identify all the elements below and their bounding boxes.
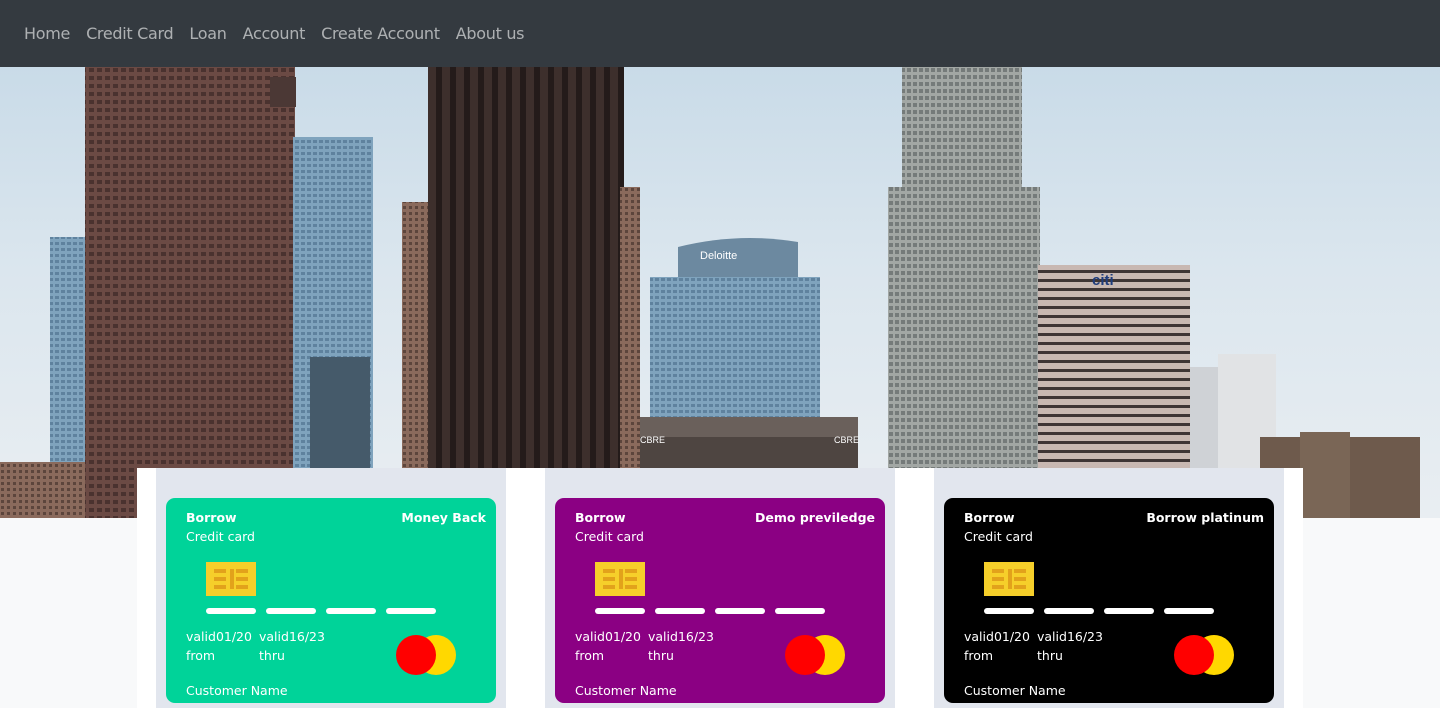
- valid-from-date: valid01/20: [575, 629, 641, 644]
- card-holder-name: Customer Name: [186, 683, 288, 698]
- valid-from-date: valid01/20: [186, 629, 252, 644]
- card-type: Credit card: [964, 529, 1033, 544]
- hero-skyline-image: Deloitte CBRE CBRE citi: [0, 67, 1440, 518]
- card-brand: Borrow: [575, 510, 626, 525]
- cbre-sign-left: CBRE: [640, 435, 665, 445]
- valid-from: valid01/20 from: [186, 627, 252, 665]
- nav-about-us-link[interactable]: About us: [448, 24, 532, 43]
- cbre-sign: CBRE: [834, 435, 859, 445]
- card-number-placeholder: [595, 608, 825, 614]
- card-slot-1: Borrow Credit card Money Back valid01/20…: [156, 468, 506, 708]
- valid-from-label: from: [186, 648, 216, 663]
- valid-thru: valid16/23 thru: [1037, 627, 1103, 665]
- valid-thru-label: thru: [259, 648, 285, 663]
- mastercard-logo-icon: [1174, 635, 1236, 675]
- citi-sign: citi: [1092, 272, 1114, 289]
- credit-card-money-back[interactable]: Borrow Credit card Money Back valid01/20…: [166, 498, 496, 703]
- credit-card-borrow-platinum[interactable]: Borrow Credit card Borrow platinum valid…: [944, 498, 1274, 703]
- mastercard-logo-icon: [785, 635, 847, 675]
- card-type: Credit card: [186, 529, 255, 544]
- card-brand: Borrow: [964, 510, 1015, 525]
- valid-thru: valid16/23 thru: [648, 627, 714, 665]
- nav-credit-card-link[interactable]: Credit Card: [78, 24, 181, 43]
- valid-from-label: from: [575, 648, 605, 663]
- nav-account-link[interactable]: Account: [235, 24, 314, 43]
- valid-thru-label: thru: [648, 648, 674, 663]
- deloitte-sign: Deloitte: [700, 250, 737, 262]
- valid-from: valid01/20 from: [575, 627, 641, 665]
- nav-loan-link[interactable]: Loan: [181, 24, 234, 43]
- mastercard-logo-icon: [396, 635, 458, 675]
- card-number-placeholder: [984, 608, 1214, 614]
- valid-thru-date: valid16/23: [1037, 629, 1103, 644]
- card-product-name: Borrow platinum: [1146, 510, 1264, 525]
- chip-icon: [595, 562, 645, 596]
- valid-thru-date: valid16/23: [259, 629, 325, 644]
- top-navbar: Home Credit Card Loan Account Create Acc…: [0, 0, 1440, 67]
- valid-thru: valid16/23 thru: [259, 627, 325, 665]
- nav-home-link[interactable]: Home: [16, 24, 78, 43]
- nav-create-account-link[interactable]: Create Account: [313, 24, 448, 43]
- skyline-illustration: Deloitte CBRE CBRE citi: [0, 67, 1420, 518]
- card-slot-2: Borrow Credit card Demo previledge valid…: [545, 468, 895, 708]
- card-slot-3: Borrow Credit card Borrow platinum valid…: [934, 468, 1284, 708]
- chip-icon: [206, 562, 256, 596]
- card-holder-name: Customer Name: [964, 683, 1066, 698]
- credit-card-demo-previledge[interactable]: Borrow Credit card Demo previledge valid…: [555, 498, 885, 703]
- card-brand: Borrow: [186, 510, 237, 525]
- card-type: Credit card: [575, 529, 644, 544]
- valid-thru-label: thru: [1037, 648, 1063, 663]
- chip-icon: [984, 562, 1034, 596]
- card-product-name: Money Back: [401, 510, 486, 525]
- valid-from: valid01/20 from: [964, 627, 1030, 665]
- card-holder-name: Customer Name: [575, 683, 677, 698]
- valid-from-date: valid01/20: [964, 629, 1030, 644]
- card-number-placeholder: [206, 608, 436, 614]
- valid-thru-date: valid16/23: [648, 629, 714, 644]
- valid-from-label: from: [964, 648, 994, 663]
- credit-cards-section: Borrow Credit card Money Back valid01/20…: [137, 468, 1303, 708]
- card-product-name: Demo previledge: [755, 510, 875, 525]
